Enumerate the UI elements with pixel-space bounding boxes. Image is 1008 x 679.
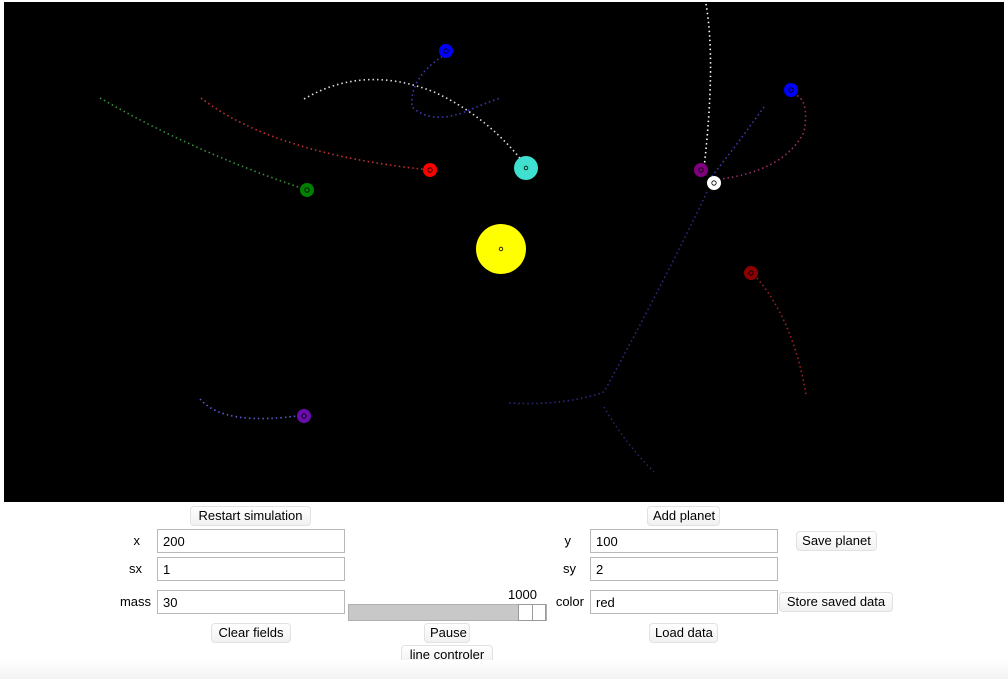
trail-turquoise: [303, 78, 527, 167]
simulation-canvas[interactable]: [4, 2, 1004, 502]
trail-red: [200, 97, 431, 171]
celestial-bodies: [297, 44, 798, 423]
planet: [439, 44, 453, 58]
save-planet-button[interactable]: Save planet: [796, 531, 877, 551]
load-data-button[interactable]: Load data: [649, 623, 718, 643]
trail-white: [703, 3, 712, 169]
trail-purple-right: [713, 93, 807, 181]
x-input[interactable]: [157, 529, 345, 553]
clear-fields-button[interactable]: Clear fields: [211, 623, 291, 643]
trail-green: [99, 97, 308, 191]
x-label: x: [133, 533, 141, 548]
color-input[interactable]: [590, 590, 778, 614]
trail-darkred: [756, 277, 807, 396]
restart-simulation-button[interactable]: Restart simulation: [190, 506, 311, 526]
mass-input[interactable]: [157, 590, 345, 614]
slider-value-readout: 1000: [508, 587, 537, 602]
sx-input[interactable]: [157, 557, 345, 581]
orbit-trails: [99, 3, 807, 473]
color-label: color: [555, 594, 584, 609]
sx-label: sx: [129, 561, 142, 576]
planet: [423, 163, 437, 177]
sy-label: sy: [563, 561, 576, 576]
pause-button[interactable]: Pause: [424, 623, 470, 643]
planet: [300, 183, 314, 197]
planet: [744, 266, 758, 280]
planet: [694, 163, 708, 177]
trail-dark-diagonal: [508, 191, 708, 405]
planet: [784, 83, 798, 97]
trail-violet: [199, 398, 305, 420]
sy-input[interactable]: [590, 557, 778, 581]
line-controller-slider[interactable]: [348, 604, 547, 621]
add-planet-button[interactable]: Add planet: [647, 506, 720, 526]
store-saved-data-button[interactable]: Store saved data: [779, 592, 893, 612]
trail-blue-top: [411, 53, 502, 118]
planet: [514, 156, 538, 180]
trail-dark-lower: [603, 406, 655, 473]
trail-blue-right: [708, 106, 765, 181]
y-input[interactable]: [590, 529, 778, 553]
mass-label: mass: [119, 594, 151, 609]
y-label: y: [564, 533, 572, 548]
sun: [476, 224, 526, 274]
planet: [297, 409, 311, 423]
page-footer-fade: [0, 660, 1008, 679]
planet: [707, 176, 721, 190]
